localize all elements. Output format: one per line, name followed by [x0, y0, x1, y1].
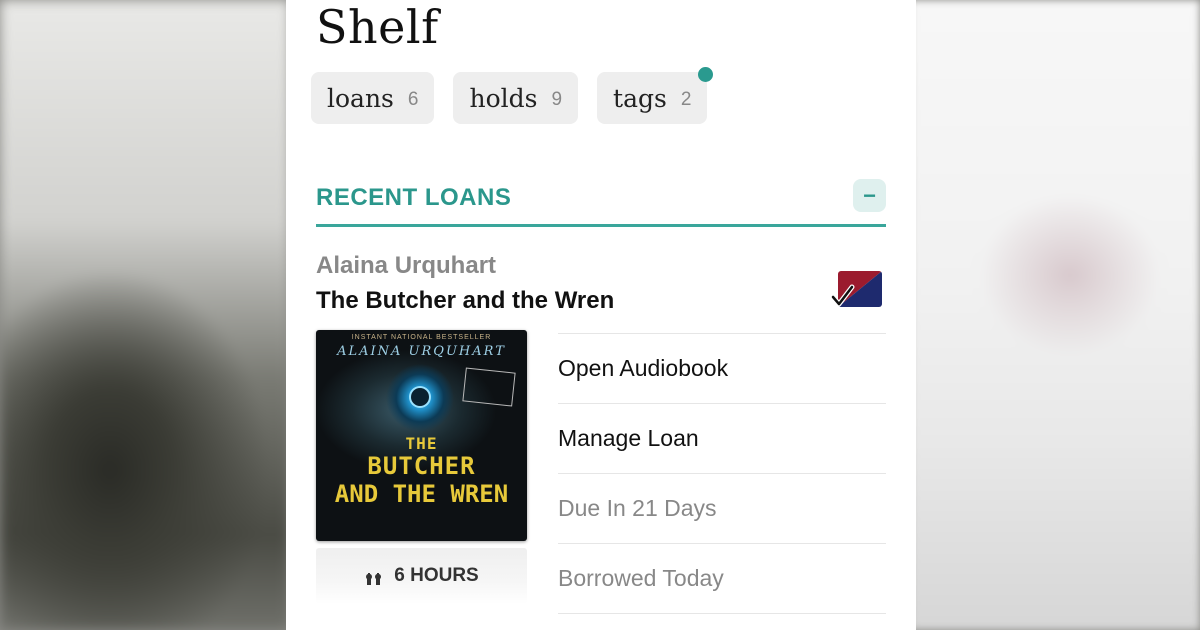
returned-check-badge-icon[interactable] — [830, 271, 882, 309]
cover-blurb-box — [462, 367, 516, 407]
chip-tags-count: 2 — [680, 89, 692, 110]
loan-title[interactable]: The Butcher and the Wren — [316, 287, 614, 315]
page-title: Shelf — [316, 0, 439, 54]
duration-label: 6 HOURS — [394, 565, 479, 586]
chip-loans-count: 6 — [407, 89, 419, 110]
loan-author[interactable]: Alaina Urquhart — [316, 252, 496, 280]
loan-actions: Open Audiobook Manage Loan Due In 21 Day… — [558, 333, 886, 614]
chip-holds-label: holds — [469, 83, 538, 113]
due-date-status: Due In 21 Days — [558, 473, 886, 543]
notification-dot — [698, 67, 714, 82]
cover-title-line2: BUTCHER — [367, 452, 476, 480]
chip-loans[interactable]: loans 6 — [311, 72, 435, 124]
book-cover[interactable]: INSTANT NATIONAL BESTSELLER ALAINA URQUH… — [316, 330, 527, 541]
section-title: RECENT LOANS — [316, 184, 512, 211]
audiobook-duration: 6 HOURS — [316, 548, 527, 604]
recent-loans-header: RECENT LOANS − — [316, 178, 886, 227]
cover-title-line3: AND THE WREN — [334, 480, 509, 508]
chip-holds[interactable]: holds 9 — [453, 72, 579, 124]
headphones-icon — [366, 573, 382, 585]
cover-author: ALAINA URQUHART — [337, 344, 506, 359]
chip-tags[interactable]: tags 2 — [597, 67, 714, 124]
chip-holds-count: 9 — [551, 89, 563, 110]
manage-loan-button[interactable]: Manage Loan — [558, 403, 886, 473]
shelf-chips: loans 6 holds 9 tags 2 — [311, 67, 714, 124]
borrowed-status: Borrowed Today — [558, 543, 886, 614]
chip-tags-label: tags — [613, 83, 667, 113]
cover-eye-graphic — [411, 388, 429, 406]
shelf-screen: Shelf loans 6 holds 9 tags 2 RECENT LOAN… — [286, 0, 916, 630]
blurred-backdrop-left — [0, 0, 290, 630]
collapse-button[interactable]: − — [853, 179, 886, 212]
cover-tagline: INSTANT NATIONAL BESTSELLER — [351, 334, 492, 341]
blurred-backdrop-right — [910, 0, 1200, 630]
open-audiobook-button[interactable]: Open Audiobook — [558, 333, 886, 403]
chip-loans-label: loans — [327, 83, 394, 113]
cover-title-line1: THE — [405, 434, 438, 453]
